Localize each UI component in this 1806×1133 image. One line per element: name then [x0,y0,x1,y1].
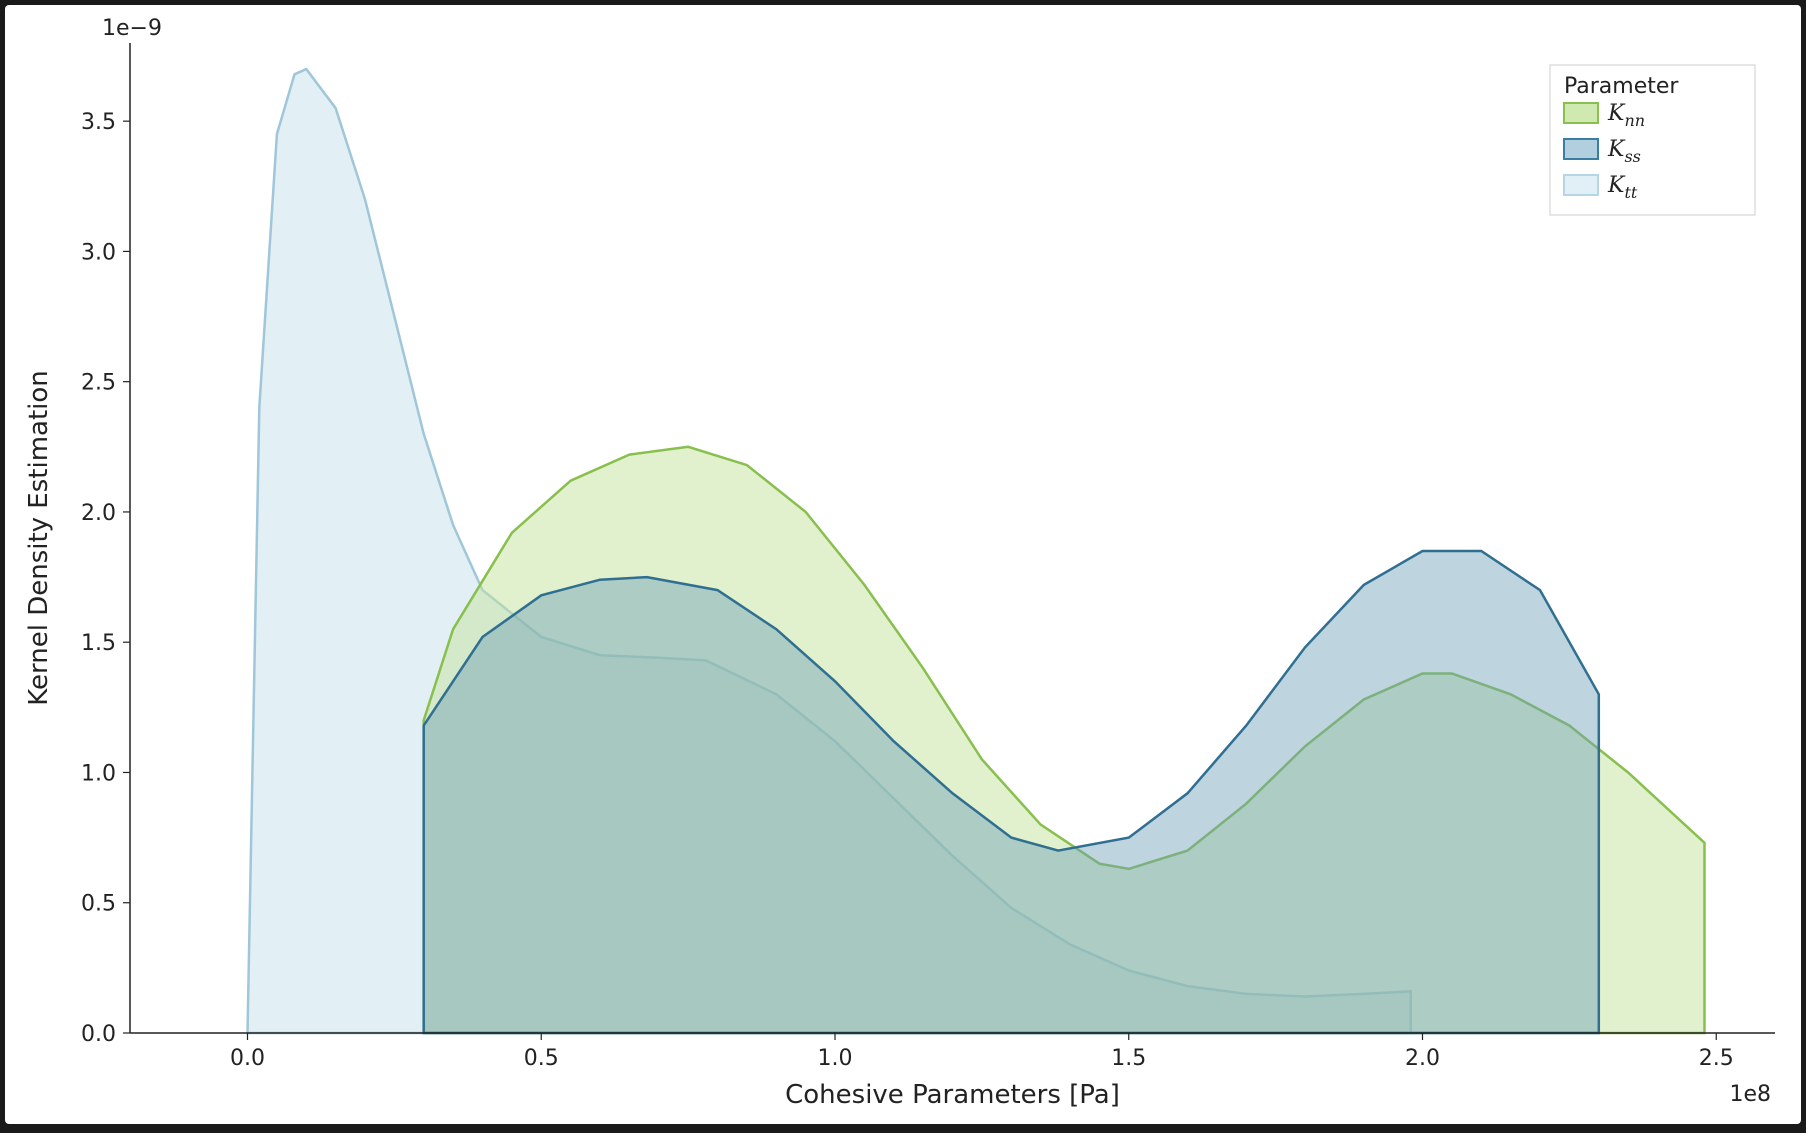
x-tick-label: 0.5 [524,1046,559,1071]
x-tick-label: 1.0 [818,1046,853,1071]
x-tick-label: 2.0 [1405,1046,1440,1071]
x-tick-label: 1.5 [1111,1046,1146,1071]
y-tick-label: 2.5 [81,371,116,396]
legend-title: Parameter [1564,74,1679,99]
y-tick-label: 3.5 [81,110,116,135]
y-tick-label: 1.0 [81,761,116,786]
legend-swatch [1564,139,1598,159]
legend-swatch [1564,175,1598,195]
y-tick-label: 1.5 [81,631,116,656]
kde-chart: 0.0 0.5 1.0 1.5 2.0 2.5 0.0 0.5 1.0 1.5 2.0 2.5 3.0 3… [5,5,1801,1124]
legend-swatch [1564,103,1598,123]
x-axis-label: Cohesive Parameters [Pa] [785,1080,1120,1110]
y-tick-label: 2.0 [81,501,116,526]
y-tick-label: 0.5 [81,892,116,917]
x-offset-text: 1e8 [1729,1082,1771,1107]
y-tick-label: 3.0 [81,240,116,265]
y-tick-label: 0.0 [81,1022,116,1047]
x-tick-label: 0.0 [230,1046,265,1071]
y-axis-label: Kernel Density Estimation [24,370,54,706]
chart-panel: 0.0 0.5 1.0 1.5 2.0 2.5 0.0 0.5 1.0 1.5 2.0 2.5 3.0 3… [5,5,1801,1124]
x-tick-label: 2.5 [1699,1046,1734,1071]
y-offset-text: 1e−9 [102,16,162,41]
